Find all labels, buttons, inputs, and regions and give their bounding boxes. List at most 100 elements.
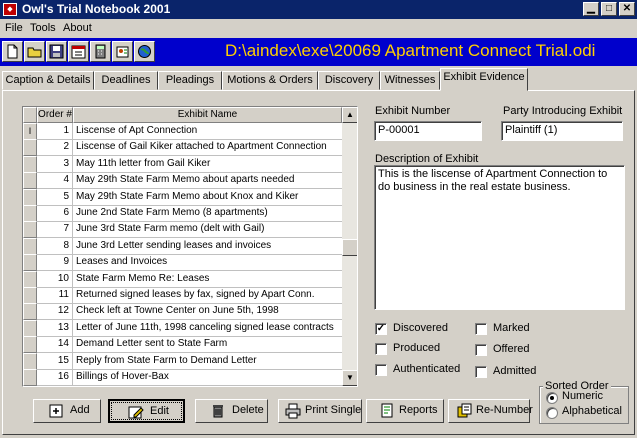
tab-deadlines[interactable]: Deadlines [94,71,158,90]
offered-label[interactable]: Offered [493,343,530,355]
table-row[interactable]: 13 Letter of June 11th, 1998 canceling si… [23,319,342,337]
row-indicator[interactable] [23,205,37,222]
exhibit-name-cell[interactable]: State Farm Memo Re: Leases [73,271,342,288]
row-indicator[interactable] [23,221,37,239]
delete-button[interactable]: Delete [195,399,268,423]
owl-app-icon[interactable]: ◆ [3,3,17,16]
description-textarea[interactable]: This is the liscense of Apartment Connec… [374,165,625,310]
discovered-label[interactable]: Discovered [393,322,448,334]
open-folder-button[interactable] [24,41,45,62]
table-row[interactable]: 7 June 3rd State Farm memo (delt with Gai… [23,221,342,239]
produced-checkbox[interactable] [375,343,387,355]
table-row[interactable]: 12 Check left at Towne Center on June 5th… [23,303,342,321]
order-number-cell[interactable]: 4 [37,172,73,190]
order-number-cell[interactable]: 14 [37,336,73,354]
table-row[interactable]: 15 Reply from State Farm to Demand Letter [23,352,342,370]
order-number-cell[interactable]: 1 [37,123,73,140]
scroll-down-arrow-icon[interactable]: ▼ [342,370,357,386]
table-row[interactable]: 5 May 29th State Farm Memo about Knox and… [23,188,342,206]
menu-tools[interactable]: Tools [30,22,56,34]
numeric-radio[interactable] [546,392,558,404]
exhibit-name-cell[interactable]: Liscense of Gail Kiker attached to Apart… [73,139,342,157]
exhibit-name-cell[interactable]: Check left at Towne Center on June 5th, … [73,303,342,321]
order-number-cell[interactable]: 15 [37,352,73,370]
order-number-cell[interactable]: 2 [37,139,73,157]
exhibit-name-cell[interactable]: Leases and Invoices [73,254,342,272]
table-row[interactable]: 14 Demand Letter sent to State Farm [23,336,342,354]
row-indicator[interactable] [23,303,37,321]
minimize-button[interactable]: ▁ [583,2,599,16]
table-row[interactable]: 10 State Farm Memo Re: Leases [23,270,342,288]
order-number-cell[interactable]: 12 [37,303,73,321]
row-indicator[interactable] [23,188,37,206]
order-number-cell[interactable]: 10 [37,270,73,288]
reports-button[interactable]: Reports [366,399,444,423]
menu-about[interactable]: About [63,22,92,34]
order-number-cell[interactable]: 8 [37,237,73,255]
tab-pleadings[interactable]: Pleadings [158,71,222,90]
tab-witnesses[interactable]: Witnesses [380,71,440,90]
exhibit-name-cell[interactable]: June 2nd State Farm Memo (8 apartments) [73,205,342,222]
exhibit-name-cell[interactable]: May 29th State Farm Memo about Knox and … [73,189,342,206]
row-indicator[interactable] [23,287,37,304]
row-indicator[interactable] [23,352,37,370]
alphabetical-label[interactable]: Alphabetical [562,405,622,417]
exhibit-number-field[interactable]: P-00001 [374,121,482,141]
row-indicator[interactable] [23,319,37,337]
help-globe-button[interactable] [134,41,155,62]
order-number-cell[interactable]: 3 [37,155,73,173]
order-number-cell[interactable]: 11 [37,287,73,304]
calendar-button[interactable] [68,41,89,62]
marked-checkbox[interactable] [475,323,487,335]
exhibit-name-cell[interactable]: June 3rd Letter sending leases and invoi… [73,238,342,255]
numeric-label[interactable]: Numeric [562,390,603,402]
row-indicator[interactable] [23,237,37,255]
order-number-cell[interactable]: 16 [37,369,73,386]
authenticated-label[interactable]: Authenticated [393,363,460,375]
order-number-cell[interactable]: 9 [37,254,73,272]
menu-file[interactable]: File [5,22,23,34]
exhibit-name-cell[interactable]: Reply from State Farm to Demand Letter [73,353,342,370]
table-row[interactable]: 3 May 11th letter from Gail Kiker [23,155,342,173]
row-indicator[interactable] [23,172,37,190]
produced-label[interactable]: Produced [393,342,440,354]
save-button[interactable] [46,41,67,62]
order-column-header[interactable]: Order # [37,107,73,123]
discovered-checkbox[interactable]: ✓ [375,323,387,335]
authenticated-checkbox[interactable] [375,364,387,376]
print-single-button[interactable]: Print Single [278,399,362,423]
exhibit-name-cell[interactable]: May 29th State Farm Memo about aparts ne… [73,172,342,190]
table-row[interactable]: 16 Billings of Hover-Bax [23,369,342,386]
table-row[interactable]: 8 June 3rd Letter sending leases and invo… [23,237,342,255]
admitted-label[interactable]: Admitted [493,365,536,377]
party-introducing-field[interactable]: Plaintiff (1) [501,121,623,141]
exhibit-name-cell[interactable]: Demand Letter sent to State Farm [73,336,342,354]
order-number-cell[interactable]: 6 [37,205,73,222]
grid-vertical-scrollbar[interactable]: ▲ ▼ [342,107,357,386]
add-button[interactable]: Add [33,399,101,423]
table-row[interactable]: 9 Leases and Invoices [23,254,342,272]
row-indicator[interactable] [23,336,37,354]
admitted-checkbox[interactable] [475,366,487,378]
contacts-button[interactable] [112,41,133,62]
order-number-cell[interactable]: 5 [37,188,73,206]
exhibit-name-column-header[interactable]: Exhibit Name [73,107,342,123]
exhibit-name-cell[interactable]: Liscense of Apt Connection [73,123,342,140]
offered-checkbox[interactable] [475,344,487,356]
exhibit-name-cell[interactable]: May 11th letter from Gail Kiker [73,156,342,173]
row-indicator[interactable]: I [23,123,37,140]
row-indicator[interactable] [23,270,37,288]
scroll-thumb[interactable] [342,239,357,256]
tab-caption-details[interactable]: Caption & Details [2,71,94,90]
maximize-button[interactable]: □ [601,2,617,16]
exhibit-name-cell[interactable]: Letter of June 11th, 1998 canceling sign… [73,320,342,337]
order-number-cell[interactable]: 7 [37,221,73,239]
tab-discovery[interactable]: Discovery [318,71,380,90]
table-row[interactable]: 4 May 29th State Farm Memo about aparts n… [23,172,342,190]
exhibit-name-cell[interactable]: June 3rd State Farm memo (delt with Gail… [73,221,342,239]
edit-button[interactable]: Edit [108,399,185,423]
exhibit-name-cell[interactable]: Returned signed leases by fax, signed by… [73,287,342,304]
order-number-cell[interactable]: 13 [37,319,73,337]
exhibit-grid[interactable]: Order # Exhibit Name I 1 Liscense of Apt C… [22,106,358,387]
table-row[interactable]: I 1 Liscense of Apt Connection [23,123,342,140]
